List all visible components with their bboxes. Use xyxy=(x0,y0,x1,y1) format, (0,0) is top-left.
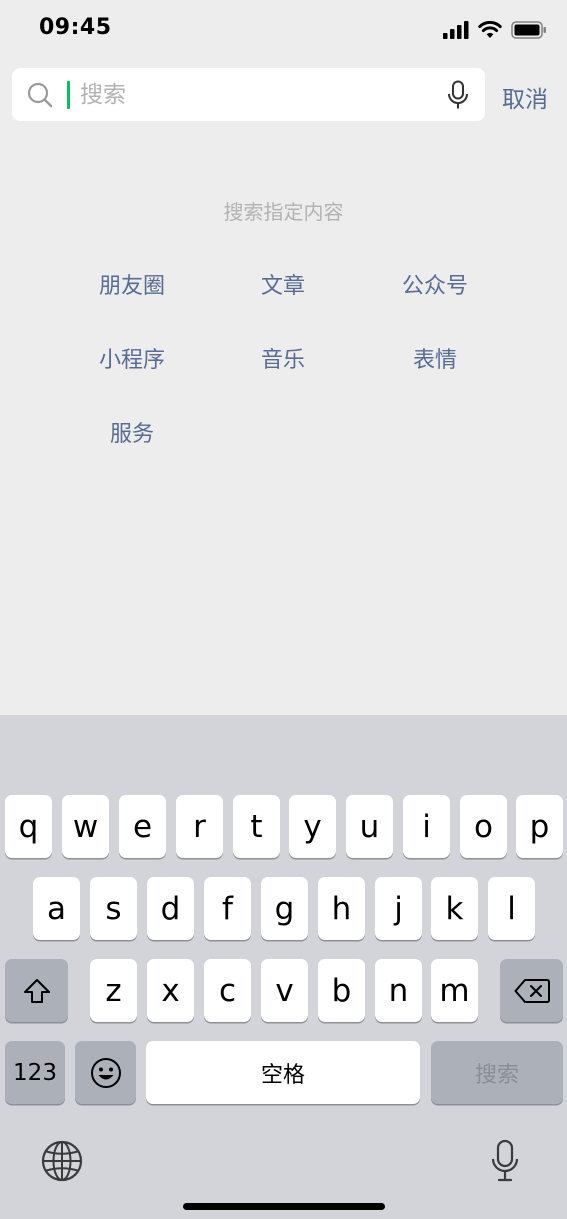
key-c[interactable]: c xyxy=(204,959,251,1022)
key-z[interactable]: z xyxy=(90,959,137,1022)
key-r[interactable]: r xyxy=(176,795,223,858)
key-j[interactable]: j xyxy=(375,877,422,940)
key-x[interactable]: x xyxy=(147,959,194,1022)
key-q[interactable]: q xyxy=(5,795,52,858)
key-f[interactable]: f xyxy=(204,877,251,940)
key-g[interactable]: g xyxy=(261,877,308,940)
emoji-key[interactable] xyxy=(75,1041,136,1104)
key-t[interactable]: t xyxy=(233,795,280,858)
backspace-icon xyxy=(514,978,550,1003)
search-hint-title: 搜索指定内容 xyxy=(223,200,344,224)
status-bar: 09:45 xyxy=(0,0,567,58)
shift-key[interactable] xyxy=(5,959,68,1022)
key-y[interactable]: y xyxy=(289,795,336,858)
wifi-icon xyxy=(478,21,502,38)
category-music[interactable]: 音乐 xyxy=(208,342,358,374)
status-time: 09:45 xyxy=(39,15,112,40)
category-articles[interactable]: 文章 xyxy=(208,268,358,300)
key-h[interactable]: h xyxy=(318,877,365,940)
key-s[interactable]: s xyxy=(90,877,137,940)
key-l[interactable]: l xyxy=(488,877,535,940)
key-n[interactable]: n xyxy=(375,959,422,1022)
numbers-key[interactable]: 123 xyxy=(5,1041,65,1104)
cellular-signal-icon xyxy=(443,21,469,39)
search-key[interactable]: 搜索 xyxy=(431,1041,563,1104)
home-indicator xyxy=(183,1203,385,1210)
key-m[interactable]: m xyxy=(431,959,478,1022)
space-key[interactable]: 空格 xyxy=(146,1041,420,1104)
key-i[interactable]: i xyxy=(403,795,450,858)
search-icon xyxy=(27,82,53,108)
key-a[interactable]: a xyxy=(33,877,80,940)
category-official-accounts[interactable]: 公众号 xyxy=(360,268,510,300)
keyboard: q w e r t y u i o p a s d f g h j k l z … xyxy=(0,715,567,1219)
category-moments[interactable]: 朋友圈 xyxy=(57,268,207,300)
text-caret xyxy=(67,81,70,109)
battery-icon xyxy=(511,21,546,39)
category-mini-programs[interactable]: 小程序 xyxy=(57,342,207,374)
category-services[interactable]: 服务 xyxy=(57,416,207,448)
key-o[interactable]: o xyxy=(460,795,507,858)
key-b[interactable]: b xyxy=(318,959,365,1022)
cancel-button[interactable]: 取消 xyxy=(502,80,548,114)
emoji-icon xyxy=(90,1057,121,1088)
key-d[interactable]: d xyxy=(147,877,194,940)
key-p[interactable]: p xyxy=(516,795,563,858)
status-icons xyxy=(443,18,547,42)
key-k[interactable]: k xyxy=(431,877,478,940)
key-e[interactable]: e xyxy=(119,795,166,858)
shift-icon xyxy=(23,978,50,1003)
microphone-icon[interactable] xyxy=(446,80,470,110)
dictation-microphone-icon[interactable] xyxy=(490,1139,520,1183)
key-v[interactable]: v xyxy=(261,959,308,1022)
category-stickers[interactable]: 表情 xyxy=(360,342,510,374)
key-w[interactable]: w xyxy=(62,795,109,858)
key-u[interactable]: u xyxy=(346,795,393,858)
search-input[interactable] xyxy=(72,76,440,113)
backspace-key[interactable] xyxy=(500,959,563,1022)
globe-icon[interactable] xyxy=(41,1140,83,1182)
search-box[interactable] xyxy=(12,68,485,121)
